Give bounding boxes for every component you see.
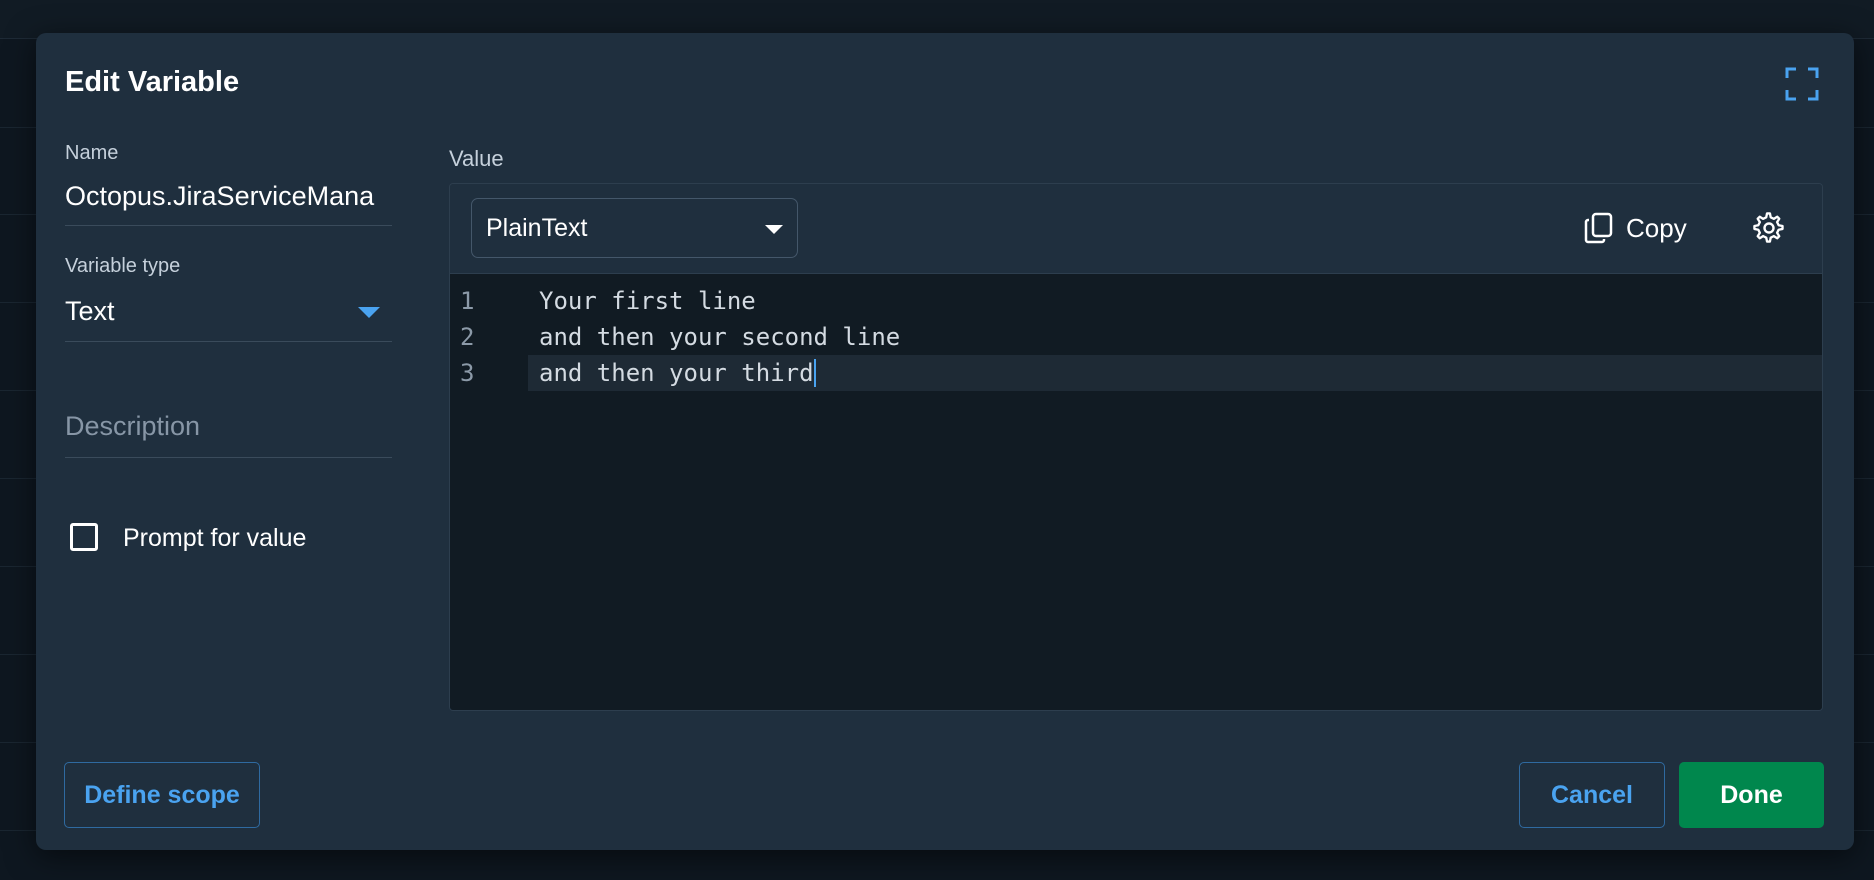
chevron-down-icon[interactable] xyxy=(358,307,380,318)
variable-type-label: Variable type xyxy=(65,255,181,277)
gear-icon xyxy=(1753,212,1784,243)
copy-button[interactable]: Copy xyxy=(1584,210,1687,246)
define-scope-button[interactable]: Define scope xyxy=(64,762,260,828)
value-editor: PlainText Copy 1 Your first line 2 and t… xyxy=(449,183,1823,711)
dialog-title: Edit Variable xyxy=(65,66,240,98)
value-label: Value xyxy=(449,146,504,171)
code-text: and then your third xyxy=(539,359,814,387)
code-editor[interactable]: 1 Your first line 2 and then your second… xyxy=(450,274,1822,710)
editor-toolbar: PlainText Copy xyxy=(450,184,1822,274)
name-underline xyxy=(65,225,392,226)
cancel-button[interactable]: Cancel xyxy=(1519,762,1665,828)
code-text: and then your second line xyxy=(539,323,901,351)
description-field[interactable]: Description xyxy=(65,411,200,442)
variable-type-underline xyxy=(65,341,392,342)
text-cursor xyxy=(813,359,816,387)
copy-button-label: Copy xyxy=(1626,212,1687,243)
name-input[interactable]: Octopus.JiraServiceMana xyxy=(65,181,392,212)
syntax-select[interactable]: PlainText xyxy=(471,198,798,258)
line-number: 3 xyxy=(460,359,475,387)
code-line[interactable]: 2 and then your second line xyxy=(450,319,1822,355)
name-label: Name xyxy=(65,142,119,164)
copy-icon xyxy=(1584,212,1613,244)
done-button[interactable]: Done xyxy=(1679,762,1824,828)
edit-variable-dialog: Edit Variable Name Octopus.JiraServiceMa… xyxy=(36,33,1854,850)
code-text: Your first line xyxy=(539,287,756,315)
variable-type-select[interactable]: Text xyxy=(65,296,345,327)
code-line[interactable]: 1 Your first line xyxy=(450,283,1822,319)
syntax-select-value: PlainText xyxy=(486,214,588,242)
prompt-for-value-checkbox[interactable] xyxy=(70,523,98,551)
description-underline xyxy=(65,457,392,458)
line-number: 1 xyxy=(460,287,475,315)
prompt-for-value-label[interactable]: Prompt for value xyxy=(123,524,306,553)
expand-icon xyxy=(1785,67,1819,101)
fullscreen-button[interactable] xyxy=(1785,67,1819,101)
chevron-down-icon xyxy=(765,225,783,234)
settings-button[interactable] xyxy=(1753,212,1785,244)
line-number: 2 xyxy=(460,323,475,351)
code-line-active[interactable]: 3 and then your third xyxy=(450,355,1822,391)
